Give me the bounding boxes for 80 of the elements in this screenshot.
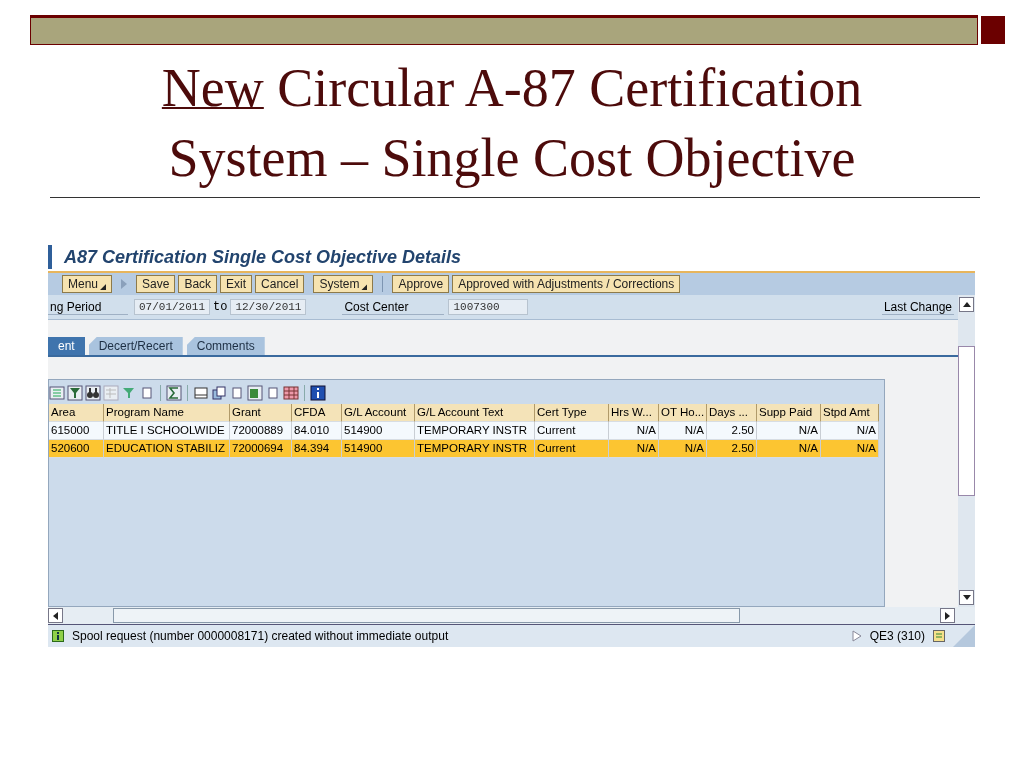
scroll-left-icon[interactable]	[48, 608, 63, 623]
menu-button[interactable]: Menu	[62, 275, 113, 293]
table-cell: N/A	[659, 422, 707, 440]
expand-icon[interactable]	[851, 630, 862, 642]
column-header[interactable]: G/L Account Text	[415, 404, 535, 422]
system-button[interactable]: System	[313, 275, 374, 293]
table-cell: 615000	[49, 422, 104, 440]
info-icon[interactable]	[310, 385, 326, 401]
tab[interactable]: Comments	[186, 337, 265, 355]
date-field[interactable]: 12/30/2011	[230, 299, 307, 315]
column-header[interactable]: Days ...	[707, 404, 757, 422]
table-cell: 84.394	[292, 440, 342, 458]
table-icon[interactable]	[283, 385, 299, 401]
table-cell: TITLE I SCHOOLWIDE	[104, 422, 230, 440]
table-cell: N/A	[609, 440, 659, 458]
table-cell: 2.50	[707, 440, 757, 458]
table-cell: 514900	[342, 440, 415, 458]
column-header[interactable]: G/L Account	[342, 404, 415, 422]
column-header[interactable]: Grant	[230, 404, 292, 422]
column-header[interactable]: Stpd Amt	[821, 404, 879, 422]
table-cell: 72000694	[230, 440, 292, 458]
info-icon	[52, 630, 64, 642]
scroll-up-icon[interactable]	[959, 297, 974, 312]
toolbar-button[interactable]: Exit	[220, 275, 253, 293]
table-cell: Current	[535, 422, 609, 440]
tab[interactable]: Decert/Recert	[88, 337, 183, 355]
table-cell: N/A	[609, 422, 659, 440]
scroll-down-icon[interactable]	[959, 590, 974, 605]
scroll-right-icon[interactable]	[940, 608, 955, 623]
field-label: to	[213, 300, 228, 314]
table-row[interactable]: 520600 EDUCATION STABILIZ 72000694 84.394 514900 TEMPORARY INSTR Current N/A N/A 2.50 N/A N/A	[49, 440, 884, 458]
export-icon[interactable]	[211, 385, 227, 401]
slide-title: New Circular A-87 Certification System – Single Cost Objective	[160, 57, 864, 190]
window-title: A87 Certification Single Cost Objective Details	[64, 246, 462, 268]
column-header[interactable]: OT Ho...	[659, 404, 707, 422]
sum-icon[interactable]	[166, 385, 182, 401]
action-button[interactable]: Approved with Adjustments / Corrections	[452, 275, 681, 293]
date-field[interactable]: 07/01/2011	[134, 299, 210, 315]
table-cell: 84.010	[292, 422, 342, 440]
table-cell: N/A	[821, 440, 879, 458]
document-icon[interactable]	[933, 630, 945, 642]
table-cell: TEMPORARY INSTR	[415, 440, 535, 458]
table-cell: N/A	[821, 422, 879, 440]
column-header[interactable]: CFDA	[292, 404, 342, 422]
spreadsheet-icon[interactable]	[247, 385, 263, 401]
slide-corner-square	[980, 15, 1006, 45]
cost-center-field[interactable]: 1007300	[448, 299, 529, 315]
binoculars-icon[interactable]	[85, 385, 101, 401]
column-header[interactable]: Cert Type	[535, 404, 609, 422]
table-cell: N/A	[757, 440, 821, 458]
toolbar-button[interactable]: Back	[178, 275, 218, 293]
table-cell: N/A	[659, 440, 707, 458]
print-icon[interactable]	[193, 385, 209, 401]
table-row[interactable]: 615000 TITLE I SCHOOLWIDE 72000889 84.010 514900 TEMPORARY INSTR Current N/A N/A 2.50 N/A N/A	[49, 422, 884, 440]
filter-icon[interactable]	[67, 385, 83, 401]
table-cell: 520600	[49, 440, 104, 458]
toolbar-button[interactable]: Save	[136, 275, 176, 293]
tab[interactable]: ent	[48, 337, 85, 355]
column-header[interactable]: Program Name	[104, 404, 230, 422]
status-message: Spool request (number 0000008171) created without immediate output	[72, 629, 450, 643]
table-cell: 514900	[342, 422, 415, 440]
table-cell: N/A	[757, 422, 821, 440]
resize-grip-icon[interactable]	[953, 625, 975, 647]
toolbar-button[interactable]: Cancel	[255, 275, 305, 293]
vertical-scrollbar[interactable]	[958, 295, 975, 607]
sort-icon[interactable]	[49, 385, 65, 401]
table-cell: EDUCATION STABILIZ	[104, 440, 230, 458]
field-label: Last Change	[881, 299, 954, 315]
field-label: Cost Center	[342, 299, 445, 315]
table-cell: 2.50	[707, 422, 757, 440]
column-header[interactable]: Area	[49, 404, 104, 422]
system-info: QE3 (310)	[869, 629, 925, 643]
field-label: ng Period	[48, 299, 128, 315]
horizontal-scrollbar[interactable]	[48, 607, 975, 625]
column-header[interactable]: Hrs W...	[609, 404, 659, 422]
action-button[interactable]: Approve	[392, 275, 450, 293]
table-cell: 72000889	[230, 422, 292, 440]
table-cell: Current	[535, 440, 609, 458]
table-cell: TEMPORARY INSTR	[415, 422, 535, 440]
column-header[interactable]: Supp Paid	[757, 404, 821, 422]
